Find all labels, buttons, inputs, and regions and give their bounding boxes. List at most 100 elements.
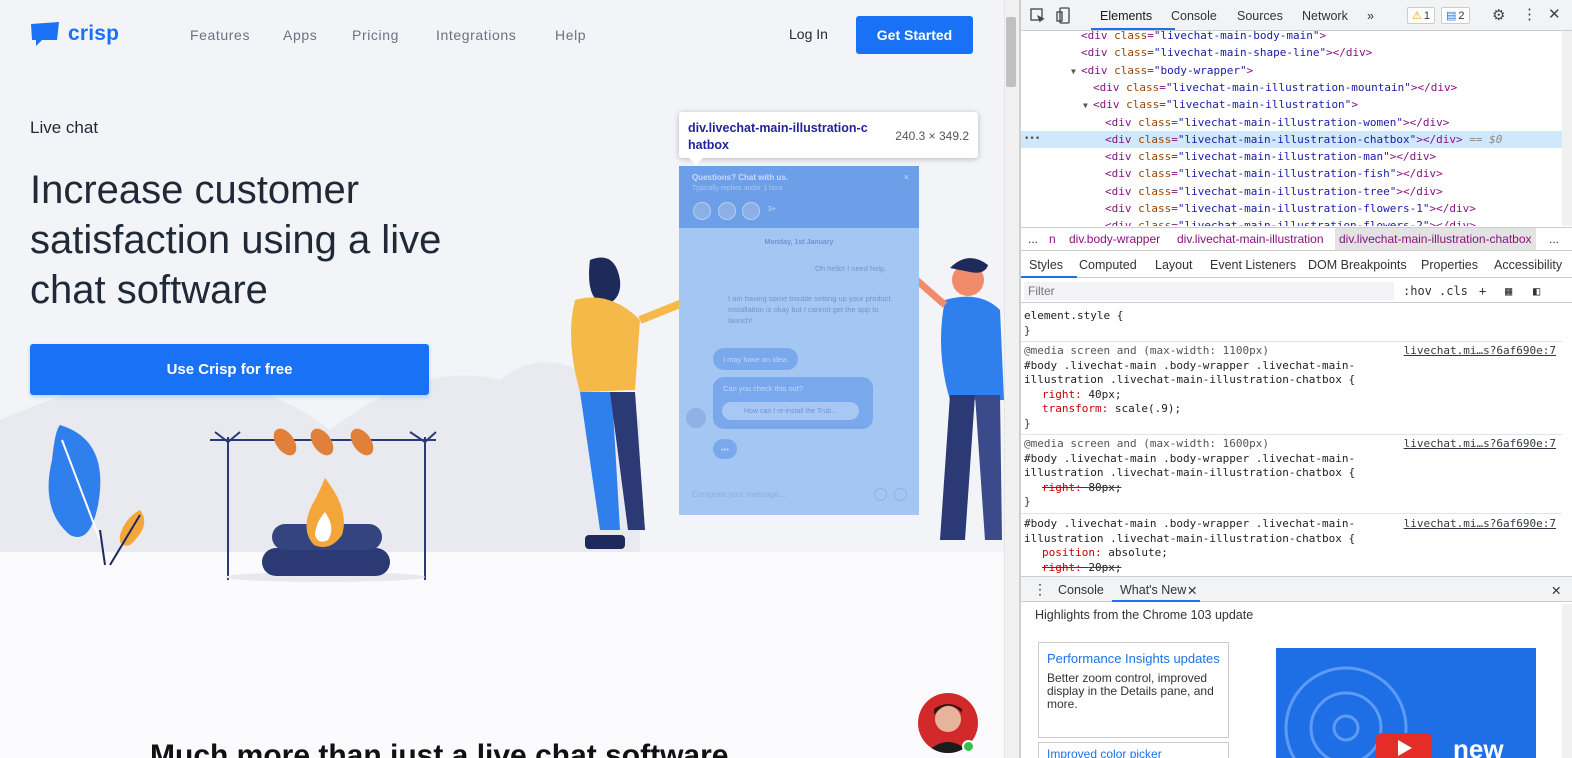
css-rule[interactable]: livechat.mi…s?6af690e:7 @media screen and…	[1021, 434, 1562, 514]
drawer-tab-whats-new[interactable]: What's New	[1120, 583, 1186, 597]
drawer-scrollbar[interactable]	[1562, 604, 1572, 758]
tab-network[interactable]: Network	[1302, 9, 1348, 23]
chatbox-close-icon: ×	[903, 172, 909, 182]
node-actions-icon[interactable]: •••	[1024, 131, 1040, 148]
chatbox-header: Questions? Chat with us. Typically repli…	[679, 166, 919, 228]
chatbox-compose-placeholder: Compose your message...	[692, 490, 786, 499]
top-nav: crisp Features Apps Pricing Integrations…	[0, 0, 1004, 70]
css-property[interactable]: right: 20px;	[1024, 561, 1559, 575]
dom-tree-scrollbar[interactable]	[1562, 31, 1572, 226]
tab-console[interactable]: Console	[1171, 9, 1217, 23]
expand-toggle-icon[interactable]: ▼	[1071, 63, 1081, 80]
warnings-badge[interactable]: ⚠ 1	[1407, 7, 1435, 24]
expand-toggle-icon[interactable]: ▼	[1083, 97, 1093, 114]
page-scrollbar[interactable]	[1004, 0, 1019, 758]
subtab-computed[interactable]: Computed	[1079, 258, 1137, 272]
use-crisp-free-button[interactable]: Use Crisp for free	[30, 344, 429, 395]
dom-node[interactable]: <div class="livechat-main-illustration-t…	[1021, 183, 1562, 200]
dom-node[interactable]: <div class="livechat-main-illustration-w…	[1021, 114, 1562, 131]
css-property[interactable]: transform: scale(.9);	[1024, 402, 1559, 417]
get-started-button[interactable]: Get Started	[856, 16, 973, 54]
rule-selector[interactable]: #body .livechat-main .body-wrapper .live…	[1024, 359, 1394, 388]
css-rule[interactable]: element.style {}	[1021, 306, 1562, 342]
css-rule[interactable]: livechat.mi…s?6af690e:7 @media screen and…	[1021, 341, 1562, 435]
dom-node[interactable]: <div class="livechat-main-illustration-m…	[1021, 79, 1562, 96]
drawer-tabbar: ⋮ Console What's New ✕ ✕	[1021, 576, 1572, 602]
nav-integrations[interactable]: Integrations	[436, 27, 516, 43]
breadcrumb-item-body-wrapper[interactable]: div.body-wrapper	[1069, 232, 1160, 246]
crisp-logo[interactable]: crisp	[30, 22, 119, 46]
close-devtools-icon[interactable]: ✕	[1548, 5, 1561, 23]
messages-badge[interactable]: ▤ 2	[1441, 7, 1470, 24]
drawer-tab-console[interactable]: Console	[1058, 583, 1104, 597]
dom-node[interactable]: <div class="livechat-main-illustration-f…	[1021, 217, 1562, 226]
page-scrollbar-thumb[interactable]	[1006, 17, 1016, 87]
css-property[interactable]: position: absolute;	[1024, 546, 1559, 561]
breadcrumb-item[interactable]: n	[1049, 232, 1056, 246]
close-drawer-icon[interactable]: ✕	[1551, 583, 1561, 598]
drawer-menu-icon[interactable]: ⋮	[1033, 581, 1047, 598]
feature-card-title[interactable]: Performance Insights updates	[1047, 647, 1220, 670]
more-tabs-chevron[interactable]: »	[1367, 9, 1374, 23]
styles-pane[interactable]: element.style {} livechat.mi…s?6af690e:7 @…	[1021, 304, 1562, 574]
nav-help[interactable]: Help	[555, 27, 586, 43]
rule-source-link[interactable]: livechat.mi…s?6af690e:7	[1404, 437, 1556, 452]
device-toolbar-icon[interactable]	[1056, 7, 1072, 24]
class-toggle[interactable]: .cls	[1439, 284, 1468, 298]
toggle-sidebar-icon[interactable]: ◧	[1533, 284, 1540, 298]
dom-node[interactable]: <div class="livechat-main-illustration-f…	[1021, 200, 1562, 217]
tab-sources[interactable]: Sources	[1237, 9, 1283, 23]
chat-bubble-link: How can I re-install the Trub...	[722, 402, 859, 420]
paint-bucket-icon[interactable]: ▦	[1505, 284, 1512, 298]
styles-filter-bar: :hov .cls + ▦ ◧	[1021, 279, 1572, 303]
breadcrumb-item-illustration[interactable]: div.livechat-main-illustration	[1177, 232, 1324, 246]
rule-source-link[interactable]: livechat.mi…s?6af690e:7	[1404, 517, 1556, 532]
rule-source-link[interactable]: livechat.mi…s?6af690e:7	[1404, 344, 1556, 359]
styles-filter-input[interactable]	[1024, 282, 1394, 300]
dom-node[interactable]: <div class="livechat-main-illustration-m…	[1021, 148, 1562, 165]
nav-pricing[interactable]: Pricing	[352, 27, 399, 43]
dom-node[interactable]: ▼ <div class="body-wrapper">	[1021, 62, 1562, 79]
tab-elements[interactable]: Elements	[1100, 9, 1152, 23]
operator-avatar	[718, 202, 736, 220]
rule-selector[interactable]: element.style {	[1024, 309, 1394, 324]
dom-node-selected[interactable]: ••• <div class="livechat-main-illustratio…	[1021, 130, 1562, 148]
ground-shape	[0, 552, 1004, 758]
subtab-dom-breakpoints[interactable]: DOM Breakpoints	[1308, 258, 1407, 272]
rule-selector[interactable]: #body .livechat-main .body-wrapper .live…	[1024, 452, 1394, 481]
chat-bubble-card: Can you check this out? How can I re-ins…	[713, 377, 873, 429]
dom-tree[interactable]: <div class="livechat-main-body-main"> <di…	[1021, 31, 1562, 226]
subtab-event-listeners[interactable]: Event Listeners	[1210, 258, 1296, 272]
chrome-update-promo[interactable]: new	[1276, 648, 1536, 758]
nav-apps[interactable]: Apps	[283, 27, 317, 43]
kebab-menu-icon[interactable]: ⋮	[1522, 5, 1537, 23]
css-property[interactable]: right: 40px;	[1024, 388, 1559, 403]
css-rule[interactable]: livechat.mi…s?6af690e:7 #body .livechat-m…	[1021, 514, 1562, 574]
hero-headline: Increase customer satisfaction using a l…	[30, 168, 442, 312]
subtab-styles[interactable]: Styles	[1029, 258, 1063, 272]
tooltip-arrow	[689, 158, 703, 165]
inspector-tooltip: div.livechat-main-illustration-chatbox 2…	[679, 112, 978, 165]
feature-card[interactable]: Performance Insights updates Better zoom…	[1038, 642, 1229, 738]
inspect-element-icon[interactable]	[1030, 8, 1046, 24]
breadcrumb-overflow[interactable]: ...	[1549, 232, 1559, 246]
add-rule-icon[interactable]: +	[1479, 284, 1486, 298]
breadcrumb-overflow[interactable]: ...	[1028, 232, 1038, 246]
nav-features[interactable]: Features	[190, 27, 250, 43]
subtab-layout[interactable]: Layout	[1155, 258, 1193, 272]
dom-node[interactable]: <div class="livechat-main-shape-line"></…	[1021, 44, 1562, 61]
section-title: Much more than just a live chat software	[150, 739, 729, 758]
subtab-properties[interactable]: Properties	[1421, 258, 1478, 272]
login-link[interactable]: Log In	[789, 26, 828, 42]
feature-card-2[interactable]: Improved color picker	[1038, 742, 1229, 758]
settings-gear-icon[interactable]: ⚙	[1492, 6, 1505, 24]
subtab-accessibility[interactable]: Accessibility	[1494, 258, 1562, 272]
dom-node[interactable]: ▼ <div class="livechat-main-illustration"…	[1021, 96, 1562, 113]
breadcrumb-item-chatbox[interactable]: div.livechat-main-illustration-chatbox	[1335, 228, 1536, 250]
css-property[interactable]: right: 80px;	[1024, 481, 1559, 496]
dom-node[interactable]: <div class="livechat-main-body-main">	[1021, 31, 1562, 44]
rule-selector[interactable]: #body .livechat-main .body-wrapper .live…	[1024, 517, 1394, 546]
close-tab-icon[interactable]: ✕	[1187, 583, 1197, 598]
dom-node[interactable]: <div class="livechat-main-illustration-f…	[1021, 165, 1562, 182]
hover-state-toggle[interactable]: :hov	[1403, 284, 1432, 298]
